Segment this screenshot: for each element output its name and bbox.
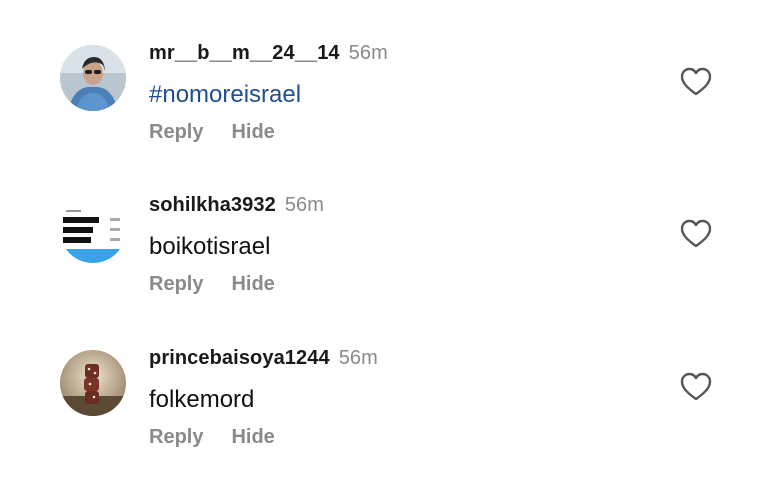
timestamp: 56m	[338, 347, 378, 369]
comment-actions: Reply Hide	[149, 273, 275, 296]
avatar[interactable]	[60, 45, 126, 111]
hashtag-link[interactable]: #nomoreisrael	[149, 81, 301, 109]
reply-button[interactable]: Reply	[149, 426, 203, 449]
timestamp: 56m	[348, 42, 388, 64]
timestamp: 56m	[284, 194, 325, 216]
comment-item: mr__b__m__24__14 56m #nomoreisrael Reply H…	[0, 0, 759, 150]
profile-photo	[60, 45, 126, 111]
heart-icon[interactable]	[680, 372, 712, 402]
avatar[interactable]	[60, 197, 126, 263]
profile-photo	[60, 350, 126, 416]
comment-actions: Reply Hide	[149, 426, 275, 449]
profile-photo	[60, 197, 126, 263]
username-link[interactable]: sohilkha3932	[149, 194, 276, 216]
comment-header: sohilkha3932 56m	[149, 194, 324, 217]
comment-text: boikotisrael	[149, 233, 271, 260]
heart-icon[interactable]	[680, 67, 712, 97]
hide-button[interactable]: Hide	[231, 121, 274, 144]
comment-text: folkemord	[149, 386, 255, 413]
username-link[interactable]: princebaisoya1244	[149, 347, 330, 369]
comment-item: princebaisoya1244 56m folkemord Reply Hide	[0, 305, 759, 455]
comment-actions: Reply Hide	[149, 121, 275, 144]
hide-button[interactable]: Hide	[231, 273, 274, 296]
avatar[interactable]	[60, 350, 126, 416]
reply-button[interactable]: Reply	[149, 121, 203, 144]
reply-button[interactable]: Reply	[149, 273, 203, 296]
username-link[interactable]: mr__b__m__24__14	[149, 42, 340, 64]
comment-item: sohilkha3932 56m boikotisrael Reply Hide	[0, 152, 759, 302]
hide-button[interactable]: Hide	[231, 426, 274, 449]
comment-header: princebaisoya1244 56m	[149, 347, 378, 370]
comment-header: mr__b__m__24__14 56m	[149, 42, 388, 65]
heart-icon[interactable]	[680, 219, 712, 249]
